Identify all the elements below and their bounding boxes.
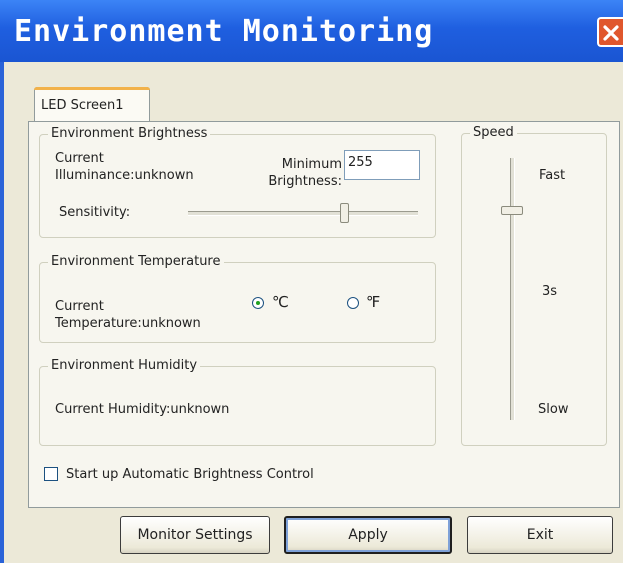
speed-slider-track[interactable] — [510, 158, 515, 420]
speed-mid-label: 3s — [542, 284, 558, 299]
apply-button[interactable]: Apply — [284, 516, 452, 554]
fahrenheit-label[interactable]: ℉ — [366, 294, 380, 311]
speed-slow-label: Slow — [538, 402, 569, 417]
title-bar[interactable]: Environment Monitoring — [0, 0, 623, 62]
monitor-settings-button[interactable]: Monitor Settings — [120, 516, 270, 554]
sensitivity-slider-track[interactable] — [188, 211, 418, 216]
speed-slider-thumb[interactable] — [501, 205, 523, 215]
sensitivity-slider-thumb[interactable] — [339, 203, 349, 223]
window-border — [0, 62, 4, 563]
exit-button[interactable]: Exit — [467, 516, 613, 554]
speed-legend: Speed — [470, 125, 517, 140]
tab-label: LED Screen1 — [41, 98, 124, 113]
current-humidity-label: Current Humidity:unknown — [55, 402, 230, 417]
current-illuminance-label: Current Illuminance:unknown — [55, 151, 194, 183]
current-temperature-label: Current Temperature:unknown — [55, 299, 201, 331]
tab-led-screen1[interactable]: LED Screen1 — [34, 87, 150, 122]
humidity-legend: Environment Humidity — [48, 358, 201, 373]
close-button[interactable] — [597, 17, 623, 47]
speed-group: Speed — [461, 125, 607, 446]
auto-brightness-checkbox[interactable] — [44, 467, 58, 481]
close-icon — [603, 25, 619, 41]
sensitivity-label: Sensitivity: — [59, 205, 131, 220]
temperature-legend: Environment Temperature — [48, 254, 224, 269]
window-title: Environment Monitoring — [14, 14, 434, 49]
fahrenheit-radio[interactable] — [347, 297, 359, 309]
minimum-brightness-label: Minimum Brightness: — [268, 157, 342, 189]
brightness-legend: Environment Brightness — [48, 126, 211, 141]
celsius-label[interactable]: ℃ — [272, 294, 289, 311]
speed-fast-label: Fast — [539, 168, 566, 183]
minimum-brightness-input[interactable]: 255 — [344, 150, 420, 180]
auto-brightness-label[interactable]: Start up Automatic Brightness Control — [66, 466, 314, 483]
celsius-radio[interactable] — [252, 297, 264, 309]
